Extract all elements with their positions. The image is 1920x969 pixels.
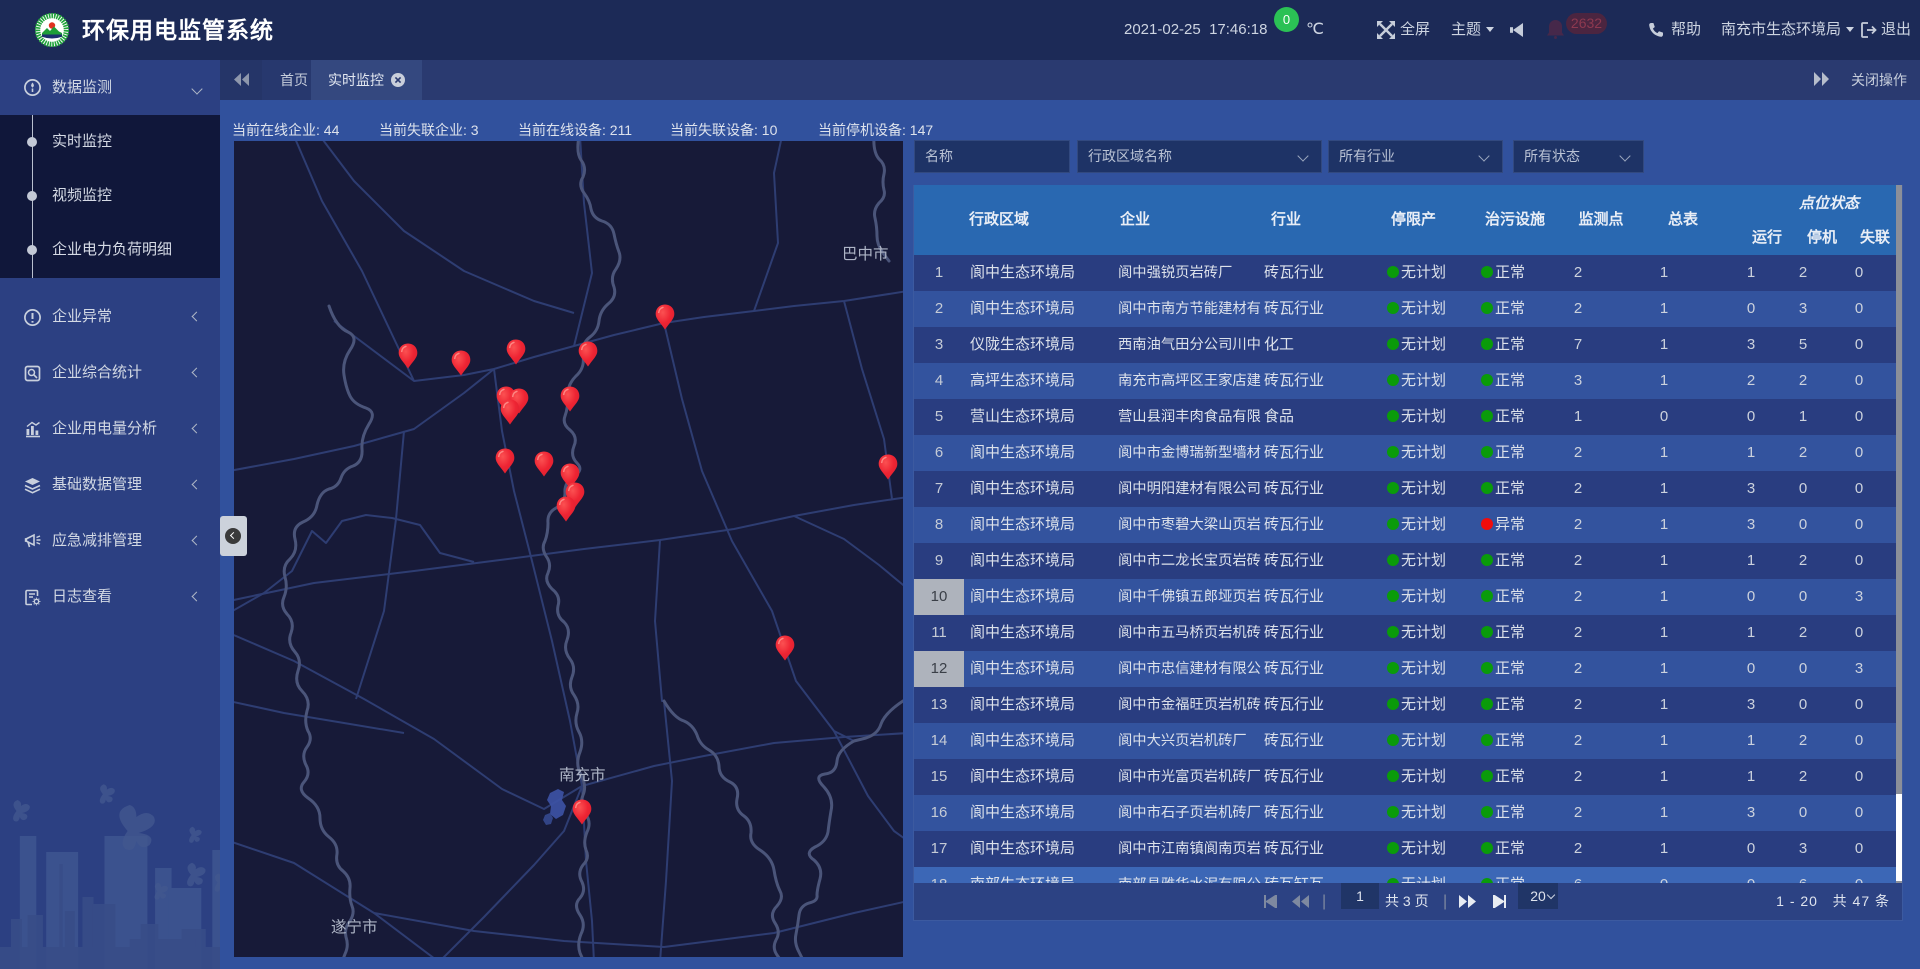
svg-text:巴中市: 巴中市 [842, 245, 889, 263]
svg-text:南充市: 南充市 [559, 766, 606, 784]
svg-text:遂宁市: 遂宁市 [331, 918, 378, 936]
